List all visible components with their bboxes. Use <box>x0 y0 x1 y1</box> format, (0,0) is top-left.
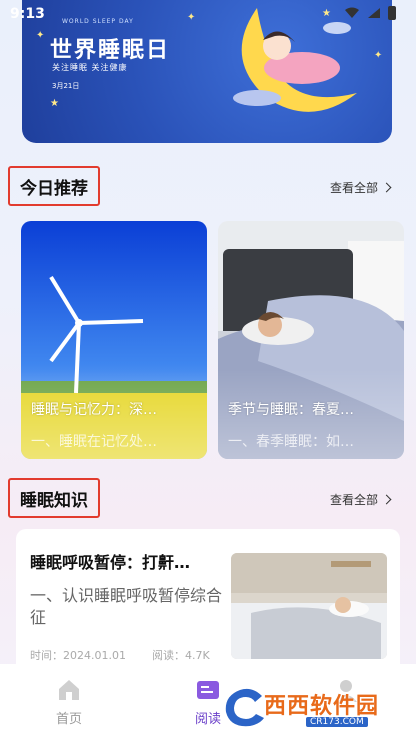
knowledge-title: 睡眠知识 <box>20 490 88 511</box>
article-title: 睡眠呼吸暂停：打鼾… <box>30 553 191 572</box>
recommend-card-desc: 一、春季睡眠：如… <box>228 434 354 450</box>
knowledge-view-all-link[interactable]: 查看全部 <box>329 491 392 508</box>
article-meta: 时间：2024.01.01 阅读：4.7K <box>30 647 210 663</box>
banner-tagline: 关注睡眠 关注健康 <box>52 63 128 72</box>
book-icon <box>197 681 219 699</box>
recommend-card-memory[interactable]: 睡眠与记忆力：深… 一、睡眠在记忆处… <box>21 221 207 459</box>
chevron-right-icon <box>381 494 392 505</box>
recommend-card-title: 睡眠与记忆力：深… <box>31 402 157 418</box>
status-time: 9:13 <box>10 6 45 22</box>
watermark-text: 西西软件园 <box>264 694 380 719</box>
view-all-label: 查看全部 <box>329 493 378 507</box>
article-thumbnail-image <box>231 553 387 659</box>
knowledge-title-highlight: 睡眠知识 <box>8 478 100 518</box>
chevron-right-icon <box>381 182 392 193</box>
recommend-card-season[interactable]: 季节与睡眠：春夏… 一、春季睡眠：如… <box>218 221 404 459</box>
banner-date: 3月21日 <box>52 82 80 90</box>
recommend-section-header: 今日推荐 查看全部 <box>8 166 408 208</box>
watermark-c-logo <box>225 688 264 727</box>
recommend-card-desc: 一、睡眠在记忆处… <box>31 434 157 450</box>
recommend-title-highlight: 今日推荐 <box>8 166 100 206</box>
wifi-icon <box>345 7 359 18</box>
banner-title: 世界睡眠日 <box>50 38 171 63</box>
nav-label-home: 首页 <box>55 712 82 727</box>
recommend-title: 今日推荐 <box>20 178 88 199</box>
article-read-count: 阅读：4.7K <box>151 649 210 662</box>
recommend-view-all-link[interactable]: 查看全部 <box>329 179 392 196</box>
article-card-sleep-apnea[interactable]: 睡眠呼吸暂停：打鼾… 一、认识睡眠呼吸暂停综合征 时间：2024.01.01 阅… <box>16 529 400 679</box>
nav-item-home[interactable]: 首页 <box>29 674 109 727</box>
site-watermark-logo: 西西软件园 CR173.COM <box>222 686 412 734</box>
watermark-domain: CR173.COM <box>306 717 368 727</box>
battery-icon <box>388 6 396 20</box>
status-icons <box>344 6 396 20</box>
article-desc: 一、认识睡眠呼吸暂停综合征 <box>30 586 223 627</box>
article-time: 时间：2024.01.01 <box>30 649 126 662</box>
view-all-label: 查看全部 <box>329 181 378 195</box>
knowledge-section-header: 睡眠知识 查看全部 <box>8 478 408 520</box>
recommend-card-title: 季节与睡眠：春夏… <box>228 402 354 418</box>
signal-icon <box>368 8 380 18</box>
status-bar: 9:13 <box>0 0 416 28</box>
home-icon <box>59 680 79 700</box>
